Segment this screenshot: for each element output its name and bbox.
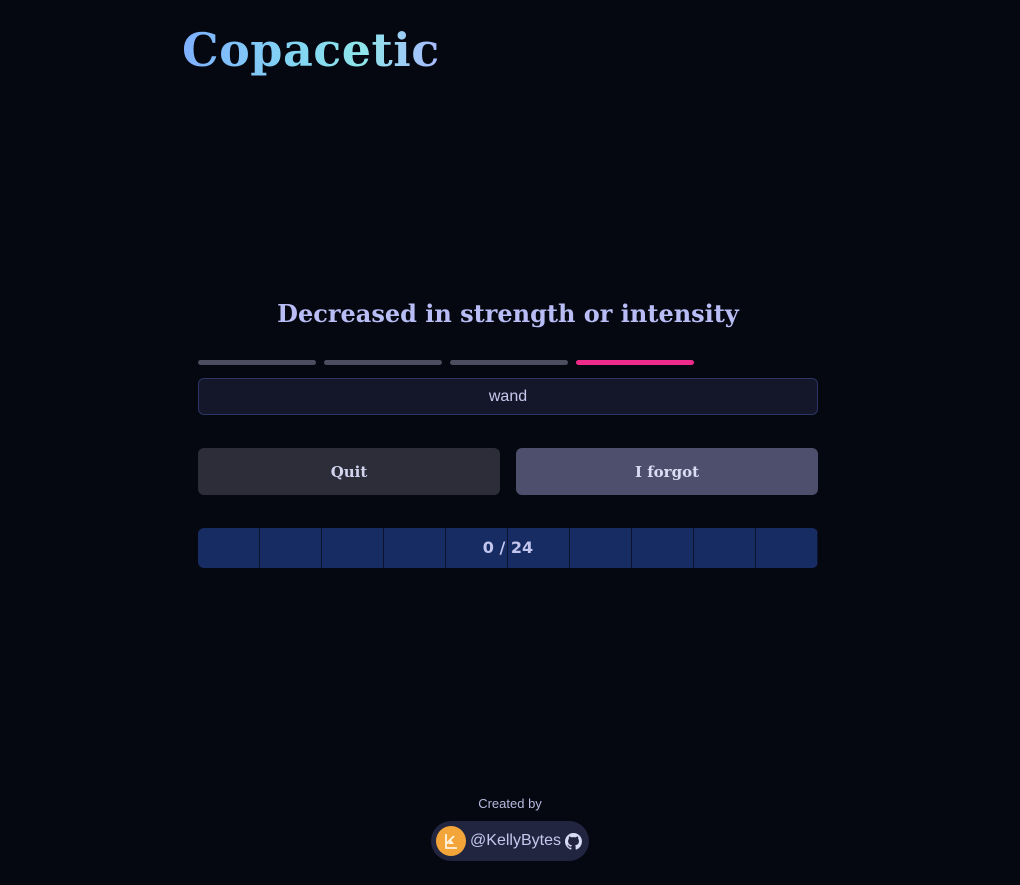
answer-input[interactable]: [198, 378, 818, 415]
progress-segment: [260, 528, 322, 568]
i-forgot-button[interactable]: I forgot: [516, 448, 818, 495]
hint-indicator: [198, 360, 694, 365]
progress-segment: [322, 528, 384, 568]
progress-bar: 0 / 24: [198, 528, 818, 568]
progress-segment: [570, 528, 632, 568]
progress-segment: [198, 528, 260, 568]
kellybytes-avatar-icon: [436, 826, 467, 856]
hint-bar-active: [576, 360, 694, 365]
progress-segment: [632, 528, 694, 568]
hint-bar: [198, 360, 316, 365]
created-by-label: Created by: [478, 796, 542, 811]
quit-button[interactable]: Quit: [198, 448, 500, 495]
github-icon: [564, 832, 582, 850]
progress-segment: [446, 528, 508, 568]
quiz-card: Decreased in strength or intensity Quit …: [198, 296, 818, 568]
action-buttons: Quit I forgot: [198, 448, 818, 495]
author-name: @KellyBytes: [470, 832, 561, 849]
progress-segment: [694, 528, 756, 568]
progress-segment: [756, 528, 818, 568]
hint-bar: [324, 360, 442, 365]
definition-prompt: Decreased in strength or intensity: [277, 299, 739, 328]
app-logo: Copacetic: [182, 23, 440, 77]
footer: Created by @KellyBytes: [0, 796, 1020, 861]
author-link[interactable]: @KellyBytes: [431, 821, 589, 861]
progress-segment: [384, 528, 446, 568]
hint-bar: [450, 360, 568, 365]
progress-segment: [508, 528, 570, 568]
